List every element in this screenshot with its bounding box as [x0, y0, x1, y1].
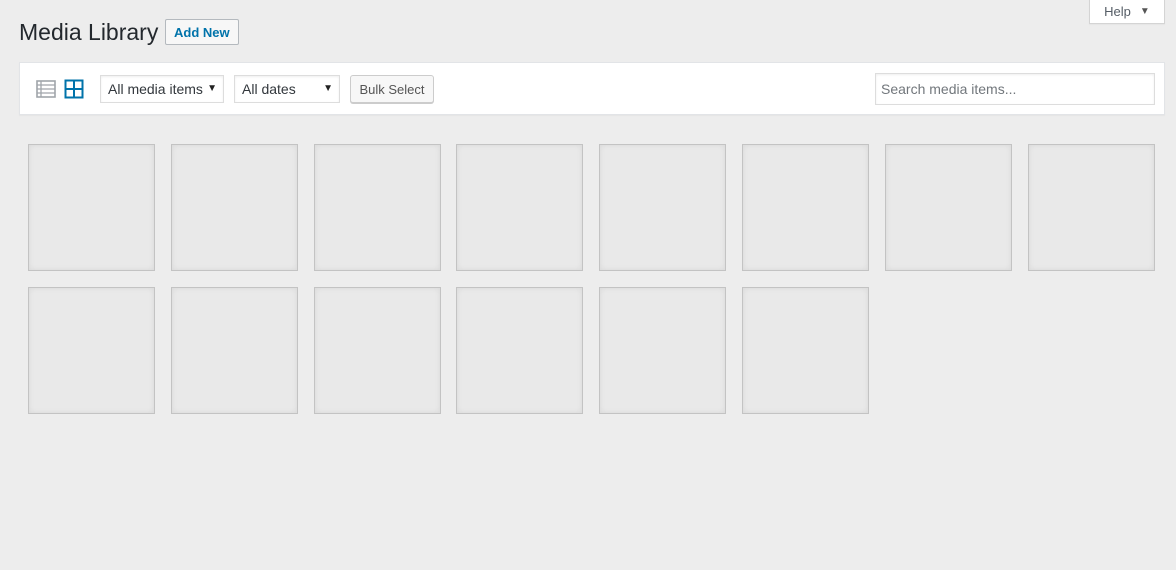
help-label: Help: [1104, 3, 1131, 19]
chevron-down-icon: ▼: [207, 83, 217, 94]
media-item[interactable]: [456, 144, 584, 271]
media-toolbar: All media items ▼ All dates ▼ Bulk Selec…: [19, 62, 1165, 115]
grid-view-icon[interactable]: [64, 79, 84, 99]
help-tab[interactable]: Help ▼: [1089, 0, 1165, 24]
media-grid: [28, 144, 1158, 414]
caret-down-icon: ▼: [1139, 5, 1150, 17]
media-item[interactable]: [170, 287, 298, 414]
page-title: Media Library: [19, 19, 159, 45]
list-view-icon[interactable]: [36, 79, 56, 99]
media-item[interactable]: [170, 144, 298, 271]
media-type-select[interactable]: All media items ▼: [100, 75, 224, 103]
chevron-down-icon: ▼: [323, 83, 333, 94]
media-item[interactable]: [313, 287, 441, 414]
media-item[interactable]: [28, 144, 155, 271]
date-select[interactable]: All dates ▼: [234, 75, 340, 103]
media-type-value: All media items: [108, 81, 203, 97]
bulk-select-button[interactable]: Bulk Select: [350, 75, 434, 103]
media-item[interactable]: [456, 287, 584, 414]
add-new-button[interactable]: Add New: [165, 19, 239, 45]
search-input[interactable]: [875, 73, 1155, 105]
media-item[interactable]: [599, 287, 727, 414]
date-value: All dates: [242, 81, 296, 97]
media-item[interactable]: [1027, 144, 1155, 271]
media-item[interactable]: [28, 287, 155, 414]
media-item[interactable]: [741, 287, 869, 414]
media-item[interactable]: [741, 144, 869, 271]
media-item[interactable]: [884, 144, 1012, 271]
media-item[interactable]: [313, 144, 441, 271]
media-item[interactable]: [599, 144, 727, 271]
